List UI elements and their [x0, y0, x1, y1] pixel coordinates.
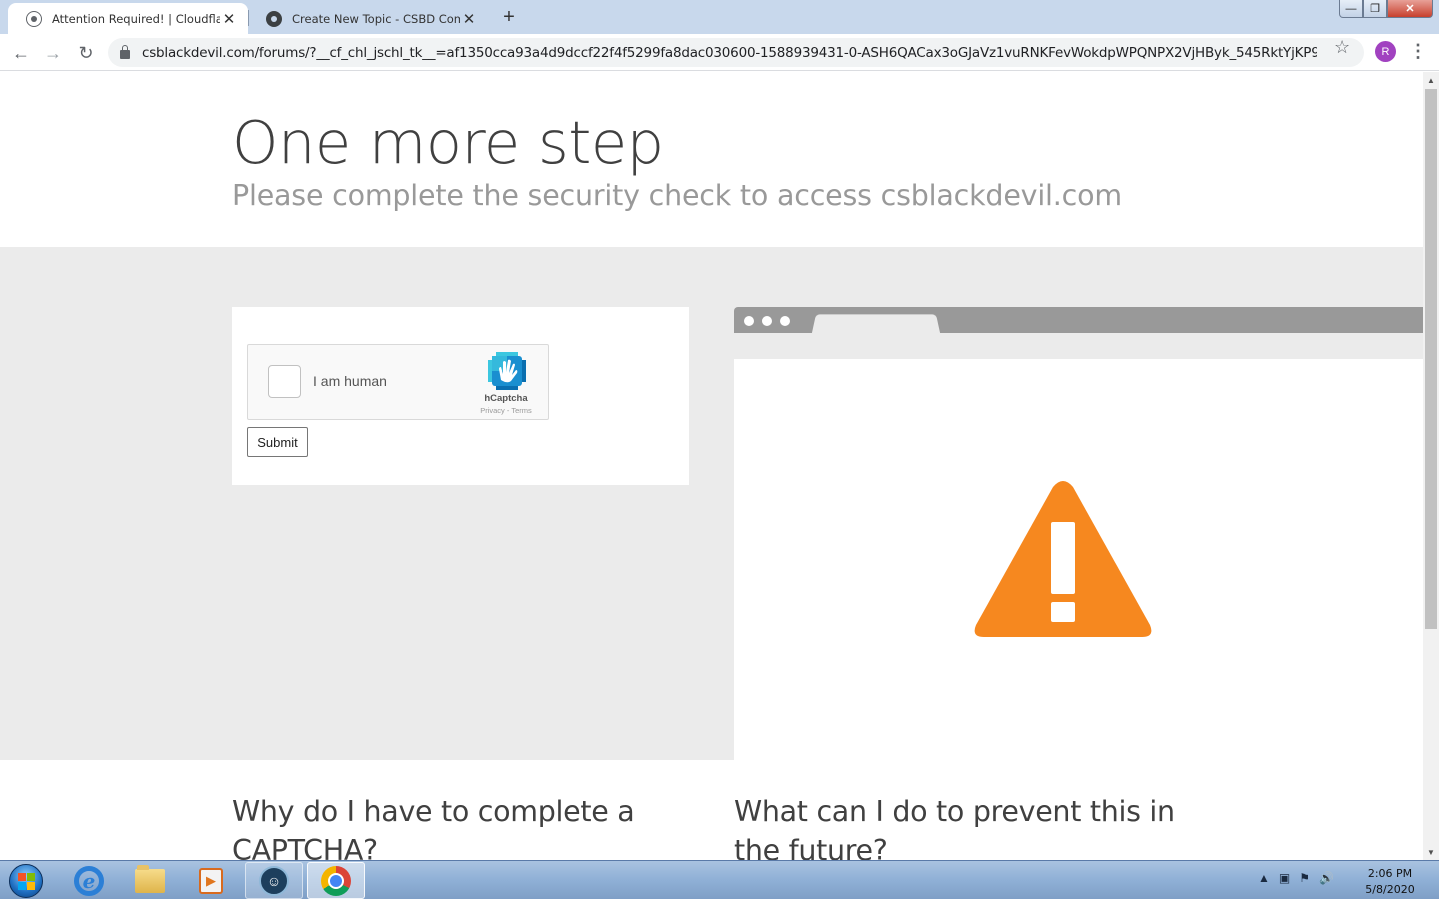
- internet-explorer-icon: e: [74, 865, 104, 896]
- chrome-icon: [321, 865, 351, 896]
- taskbar-support-app[interactable]: ☺: [245, 862, 303, 899]
- new-tab-button[interactable]: +: [495, 4, 523, 30]
- reload-icon[interactable]: ↻: [73, 40, 99, 66]
- close-tab-icon[interactable]: ✕: [220, 10, 238, 28]
- captcha-checkbox[interactable]: [268, 365, 301, 398]
- hcaptcha-widget: I am human hCaptcha Privacy - Terms: [247, 344, 549, 420]
- menu-kebab-icon[interactable]: ⋮: [1409, 39, 1427, 63]
- tab-cloudflare[interactable]: Attention Required! | Cloudflare ✕: [8, 3, 248, 34]
- tab-create-new-topic[interactable]: Create New Topic - CSBD Commu ✕: [248, 3, 488, 34]
- challenge-section: I am human hCaptcha Privacy - Terms Subm…: [0, 247, 1423, 760]
- scroll-up-icon[interactable]: ▲: [1423, 72, 1439, 88]
- faq-question-why: Why do I have to complete a CAPTCHA?: [232, 795, 635, 860]
- windows-logo-icon: [9, 863, 43, 898]
- address-bar[interactable]: csblackdevil.com/forums/?__cf_chl_jschl_…: [108, 38, 1364, 67]
- taskbar-chrome[interactable]: [307, 862, 365, 899]
- warning-icon: [974, 481, 1152, 637]
- bookmark-star-icon[interactable]: ☆: [1334, 37, 1350, 58]
- scroll-down-icon[interactable]: ▼: [1423, 844, 1439, 860]
- faq-question-prevent: What can I do to prevent this in the fut…: [734, 795, 1175, 860]
- captcha-form: I am human hCaptcha Privacy - Terms Subm…: [232, 307, 689, 485]
- taskbar-media-player[interactable]: ▶: [182, 862, 240, 899]
- start-button[interactable]: [4, 862, 48, 899]
- taskbar-clock[interactable]: 2:06 PM 5/8/2020: [1355, 866, 1425, 898]
- submit-button[interactable]: Submit: [247, 427, 308, 457]
- page-title: One more step: [232, 108, 664, 177]
- file-explorer-icon: [135, 864, 165, 893]
- lock-icon[interactable]: [120, 45, 130, 59]
- close-window-button[interactable]: ✕: [1387, 0, 1433, 18]
- tab-title: Attention Required! | Cloudflare: [52, 11, 220, 26]
- illustration-strip: [734, 333, 1423, 359]
- tray-expand-icon[interactable]: ▲: [1258, 871, 1270, 885]
- captcha-brand: hCaptcha: [484, 393, 528, 404]
- captcha-label: I am human: [313, 373, 387, 389]
- globe-icon: [26, 10, 42, 27]
- page-subtitle: Please complete the security check to ac…: [232, 179, 1122, 212]
- clock-time: 2:06 PM: [1367, 867, 1413, 880]
- forward-icon[interactable]: →: [40, 40, 66, 66]
- taskbar-internet-explorer[interactable]: e: [60, 862, 118, 899]
- illustration-dot: [762, 316, 772, 326]
- back-icon[interactable]: ←: [8, 40, 34, 66]
- window-controls: — ❐ ✕: [1339, 0, 1433, 18]
- tab-title: Create New Topic - CSBD Commu: [292, 11, 460, 26]
- page-scrollbar[interactable]: ▲ ▼: [1423, 72, 1439, 860]
- page-viewport: One more step Please complete the securi…: [0, 72, 1423, 860]
- page-header: One more step Please complete the securi…: [0, 72, 1423, 247]
- volume-icon[interactable]: 🔊: [1319, 871, 1334, 885]
- browser-tab-strip: Attention Required! | Cloudflare ✕ Creat…: [0, 0, 1439, 34]
- illustration-body: [734, 359, 1423, 760]
- close-tab-icon[interactable]: ✕: [460, 10, 478, 28]
- restore-button[interactable]: ❐: [1363, 0, 1387, 18]
- taskbar-file-explorer[interactable]: [121, 862, 179, 899]
- browser-illustration: [734, 307, 1423, 760]
- action-center-flag-icon[interactable]: ⚑: [1299, 871, 1310, 885]
- url-text[interactable]: csblackdevil.com/forums/?__cf_chl_jschl_…: [142, 45, 1317, 61]
- captcha-privacy-terms-link[interactable]: Privacy - Terms: [470, 406, 542, 415]
- support-icon: ☺: [259, 865, 289, 896]
- media-player-icon: ▶: [199, 867, 223, 894]
- illustration-title-bar: [734, 307, 1423, 334]
- clock-date: 5/8/2020: [1365, 883, 1415, 896]
- scrollbar-thumb[interactable]: [1425, 89, 1437, 629]
- hcaptcha-logo-icon: [488, 352, 526, 390]
- windows-taskbar: e ▶ ☺ ▲ ▣ ⚑ 🔊 2:06 PM 5/8/2020: [0, 860, 1439, 899]
- illustration-dot: [780, 316, 790, 326]
- network-icon[interactable]: ▣: [1279, 871, 1290, 885]
- system-tray: ▲ ▣ ⚑ 🔊: [1258, 871, 1334, 885]
- profile-avatar[interactable]: R: [1375, 41, 1396, 62]
- illustration-dot: [744, 316, 754, 326]
- illustration-tab: [811, 314, 941, 334]
- faq-section: Why do I have to complete a CAPTCHA? Wha…: [0, 760, 1423, 860]
- minimize-button[interactable]: —: [1339, 0, 1363, 18]
- csbd-icon: [266, 10, 282, 27]
- browser-toolbar: ← → ↻ csblackdevil.com/forums/?__cf_chl_…: [0, 34, 1439, 71]
